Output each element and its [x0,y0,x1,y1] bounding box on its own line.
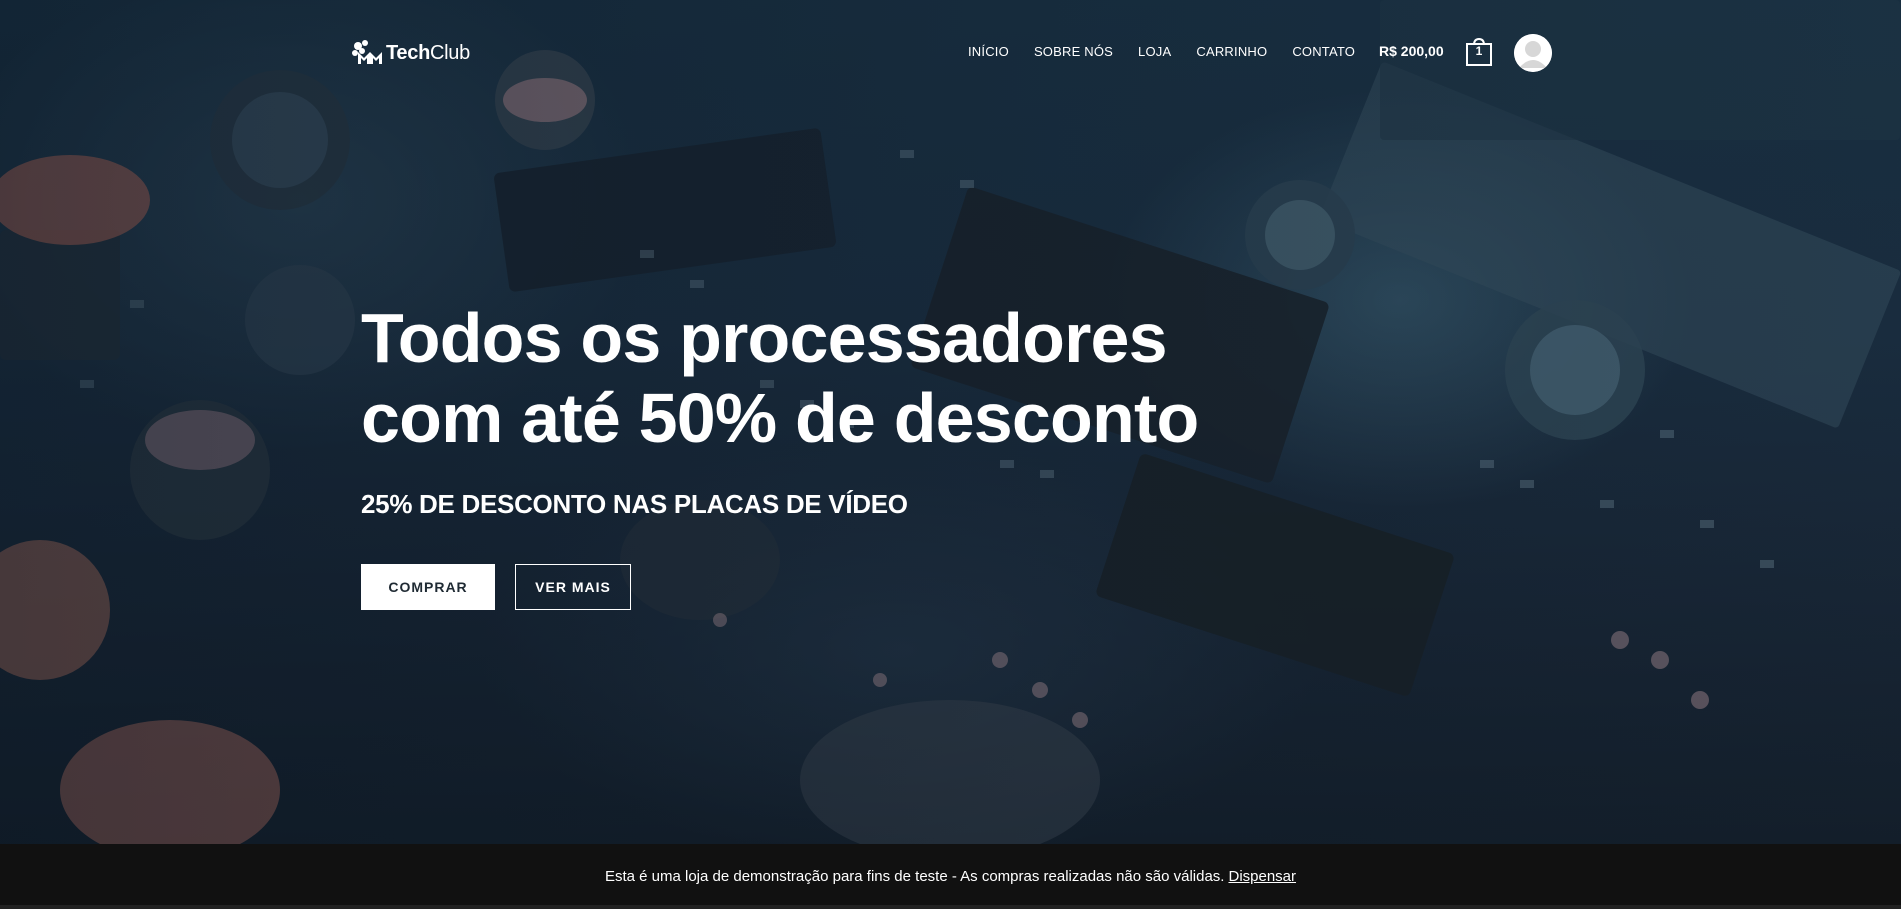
nav-item-inicio[interactable]: INÍCIO [968,44,1009,59]
hero-subtitle: 25% DE DESCONTO NAS PLACAS DE VÍDEO [361,489,908,519]
cart-count-badge: 1 [1475,44,1483,58]
nav-item-carrinho[interactable]: CARRINHO [1196,44,1267,59]
demo-store-notice-text: Esta é uma loja de demonstração para fin… [604,868,1225,885]
hero-title-line-2: com até 50% de desconto [361,379,1199,457]
page: TechClub INÍCIO SOBRE NÓS LOJA CARRINHO … [0,0,1901,909]
dismiss-notice-link[interactable]: Dispensar [1228,868,1296,885]
site-header: TechClub INÍCIO SOBRE NÓS LOJA CARRINHO … [0,0,1901,104]
main-nav: INÍCIO SOBRE NÓS LOJA CARRINHO CONTATO [968,44,1380,59]
nav-item-sobre-nos[interactable]: SOBRE NÓS [1034,44,1113,59]
logo-wordmark: TechClub [386,42,470,65]
user-account-button[interactable] [1514,34,1552,72]
see-more-button[interactable]: VER MAIS [515,564,631,610]
cart-button[interactable]: 1 [1466,37,1492,66]
logo-wordmark-bold: Tech [386,41,430,64]
hero-title: Todos os processadores com até 50% de de… [361,298,1261,458]
logo-mark-icon [352,40,382,64]
logo-wordmark-light: Club [430,41,470,64]
hero-title-line-1: Todos os processadores [361,299,1168,377]
site-logo[interactable]: TechClub [350,38,470,68]
demo-store-notice: Esta é uma loja de demonstração para fin… [0,844,1901,909]
buy-button[interactable]: COMPRAR [361,564,495,610]
nav-item-contato[interactable]: CONTATO [1292,44,1355,59]
cart-total[interactable]: R$ 200,00 [1379,43,1444,59]
user-avatar-icon [1514,34,1552,72]
nav-item-loja[interactable]: LOJA [1138,44,1171,59]
bottom-edge [0,905,1901,909]
